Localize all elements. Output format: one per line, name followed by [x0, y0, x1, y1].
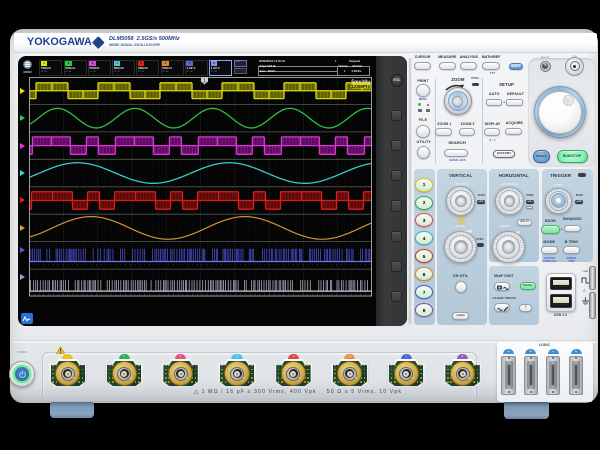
svg-text:!: ! — [60, 348, 62, 353]
svg-text:125MPts: 125MPts — [351, 84, 370, 89]
svg-text:1: 1 — [203, 79, 206, 85]
